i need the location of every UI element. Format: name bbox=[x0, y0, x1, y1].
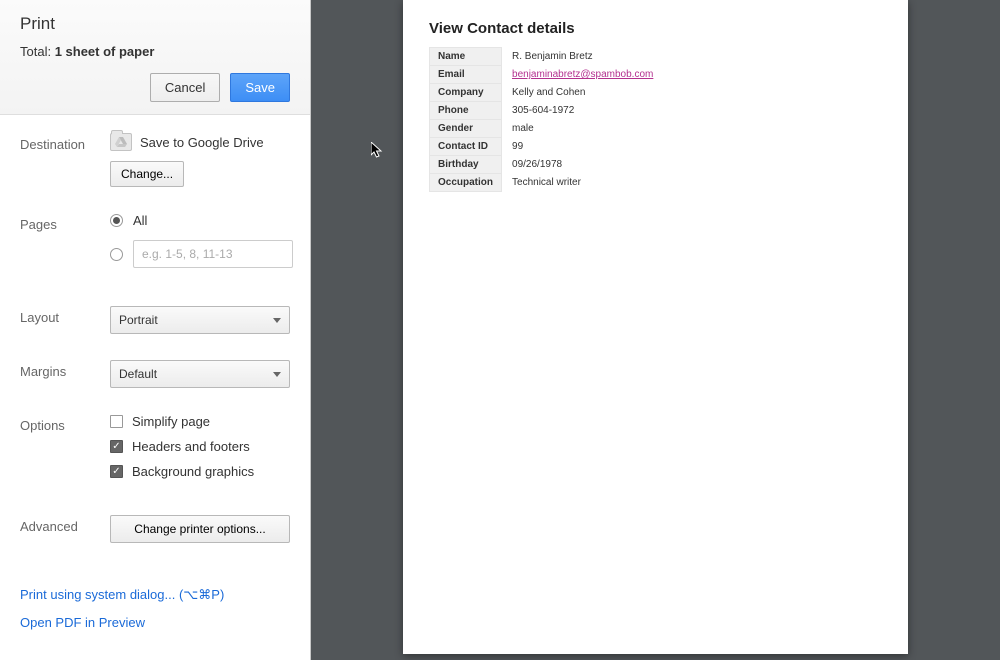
birthday-label: Birthday bbox=[430, 156, 502, 174]
open-pdf-preview-link[interactable]: Open PDF in Preview bbox=[20, 615, 290, 630]
print-preview-area: View Contact details NameR. Benjamin Bre… bbox=[311, 0, 1000, 660]
layout-value: Portrait bbox=[119, 313, 158, 327]
pages-all-label: All bbox=[133, 213, 147, 228]
cancel-button[interactable]: Cancel bbox=[150, 73, 220, 102]
table-row: Contact ID99 bbox=[430, 138, 662, 156]
headers-footers-checkbox[interactable] bbox=[110, 440, 123, 453]
table-row: CompanyKelly and Cohen bbox=[430, 84, 662, 102]
chevron-down-icon bbox=[273, 318, 281, 323]
margins-select[interactable]: Default bbox=[110, 360, 290, 388]
name-value: R. Benjamin Bretz bbox=[502, 48, 662, 66]
contactid-label: Contact ID bbox=[430, 138, 502, 156]
options-label: Options bbox=[20, 414, 110, 433]
settings-panel: Destination Save to Google Drive Change.… bbox=[0, 115, 310, 587]
margins-value: Default bbox=[119, 367, 157, 381]
company-label: Company bbox=[430, 84, 502, 102]
email-value: benjaminabretz@spambob.com bbox=[502, 66, 662, 84]
total-line: Total: 1 sheet of paper bbox=[20, 44, 290, 59]
destination-row: Destination Save to Google Drive Change.… bbox=[20, 133, 290, 187]
simplify-page-label: Simplify page bbox=[132, 414, 210, 429]
google-drive-icon bbox=[110, 133, 132, 151]
total-prefix: Total: bbox=[20, 44, 55, 59]
contactid-value: 99 bbox=[502, 138, 662, 156]
advanced-label: Advanced bbox=[20, 515, 110, 534]
total-count: 1 sheet of paper bbox=[55, 44, 155, 59]
background-graphics-label: Background graphics bbox=[132, 464, 254, 479]
destination-value: Save to Google Drive bbox=[140, 135, 264, 150]
pages-range-radio[interactable] bbox=[110, 248, 123, 261]
birthday-value: 09/26/1978 bbox=[502, 156, 662, 174]
simplify-page-checkbox[interactable] bbox=[110, 415, 123, 428]
company-value: Kelly and Cohen bbox=[502, 84, 662, 102]
sidebar-header: Print Total: 1 sheet of paper Cancel Sav… bbox=[0, 0, 310, 115]
dialog-title: Print bbox=[20, 14, 290, 34]
preview-page: View Contact details NameR. Benjamin Bre… bbox=[403, 0, 908, 654]
phone-label: Phone bbox=[430, 102, 502, 120]
phone-value: 305-604-1972 bbox=[502, 102, 662, 120]
options-row: Options Simplify page Headers and footer… bbox=[20, 414, 290, 489]
layout-row: Layout Portrait bbox=[20, 306, 290, 334]
destination-value-line: Save to Google Drive bbox=[110, 133, 290, 151]
chevron-down-icon bbox=[273, 372, 281, 377]
margins-label: Margins bbox=[20, 360, 110, 379]
table-row: Phone305-604-1972 bbox=[430, 102, 662, 120]
cursor-icon bbox=[371, 142, 383, 160]
table-row: NameR. Benjamin Bretz bbox=[430, 48, 662, 66]
table-row: Gendermale bbox=[430, 120, 662, 138]
gender-value: male bbox=[502, 120, 662, 138]
name-label: Name bbox=[430, 48, 502, 66]
footer-links: Print using system dialog... (⌥⌘P) Open … bbox=[0, 587, 310, 660]
action-buttons: Cancel Save bbox=[20, 73, 290, 102]
headers-footers-label: Headers and footers bbox=[132, 439, 250, 454]
save-button[interactable]: Save bbox=[230, 73, 290, 102]
occupation-label: Occupation bbox=[430, 174, 502, 192]
preview-title: View Contact details bbox=[429, 20, 882, 37]
system-dialog-link[interactable]: Print using system dialog... (⌥⌘P) bbox=[20, 587, 290, 603]
table-row: Email benjaminabretz@spambob.com bbox=[430, 66, 662, 84]
email-link[interactable]: benjaminabretz@spambob.com bbox=[512, 69, 653, 80]
layout-label: Layout bbox=[20, 306, 110, 325]
margins-row: Margins Default bbox=[20, 360, 290, 388]
change-printer-options-button[interactable]: Change printer options... bbox=[110, 515, 290, 543]
layout-select[interactable]: Portrait bbox=[110, 306, 290, 334]
pages-all-radio[interactable] bbox=[110, 214, 123, 227]
table-row: Birthday09/26/1978 bbox=[430, 156, 662, 174]
advanced-row: Advanced Change printer options... bbox=[20, 515, 290, 543]
print-sidebar: Print Total: 1 sheet of paper Cancel Sav… bbox=[0, 0, 311, 660]
background-graphics-checkbox[interactable] bbox=[110, 465, 123, 478]
destination-label: Destination bbox=[20, 133, 110, 152]
gender-label: Gender bbox=[430, 120, 502, 138]
contact-details-table: NameR. Benjamin Bretz Email benjaminabret… bbox=[429, 47, 662, 192]
pages-row: Pages All bbox=[20, 213, 290, 280]
table-row: OccupationTechnical writer bbox=[430, 174, 662, 192]
pages-range-input[interactable] bbox=[133, 240, 293, 268]
email-label: Email bbox=[430, 66, 502, 84]
occupation-value: Technical writer bbox=[502, 174, 662, 192]
pages-label: Pages bbox=[20, 213, 110, 232]
change-destination-button[interactable]: Change... bbox=[110, 161, 184, 187]
